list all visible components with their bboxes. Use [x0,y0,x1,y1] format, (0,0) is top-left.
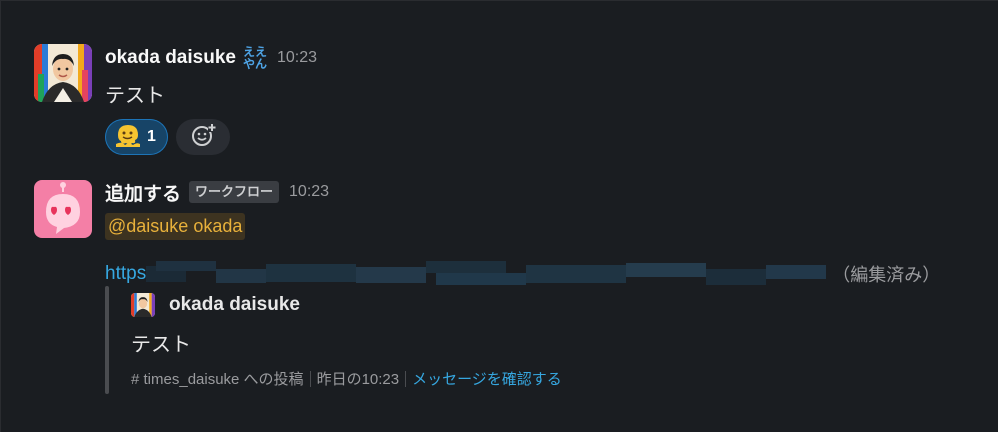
shared-time[interactable]: 昨日の10:23 [317,368,400,389]
message-text: テスト [105,85,165,107]
message-header: okada daisuke ええ やん 10:23 [105,45,317,71]
status-emoji[interactable]: ええ やん [241,46,269,70]
footer-separator [405,370,407,387]
quote-bar [105,286,109,394]
add-reaction-icon [190,122,216,153]
timestamp[interactable]: 10:23 [277,49,317,67]
user-avatar[interactable] [34,44,92,102]
link-line: https （編集済み） [105,261,940,287]
view-message-link[interactable]: メッセージを確認する [412,368,562,389]
shared-message-footer: # times_daisuke への投稿 昨日の10:23 メッセージを確認する [131,368,562,389]
url-link[interactable]: https [105,263,146,285]
status-emoji-line-2: やん [242,57,267,71]
add-reaction-button[interactable] [175,119,230,155]
shared-message-header: okada daisuke [131,291,300,319]
sender-name[interactable]: 追加する [105,179,181,206]
message-header: 追加する ワークフロー 10:23 [105,179,329,205]
reactions-bar: 1 [105,119,317,155]
footer-separator [309,370,311,387]
timestamp[interactable]: 10:23 [289,183,329,201]
edited-label: （編集済み） [832,265,941,285]
melting-face-icon [115,123,141,152]
shared-message[interactable]: okada daisuke テスト # times_daisuke への投稿 昨… [105,286,805,394]
reaction-count: 1 [147,128,156,145]
shared-author-avatar [131,293,155,317]
sender-name[interactable]: okada daisuke [105,47,236,69]
user-mention[interactable]: @daisuke okada [105,213,246,240]
shared-author-name[interactable]: okada daisuke [169,294,300,316]
top-border [0,0,998,1]
workflow-tag: ワークフロー [189,181,280,203]
redacted-url[interactable] [146,261,827,287]
reaction-pill[interactable]: 1 [105,119,168,155]
shared-message-text: テスト [131,334,191,356]
bot-avatar[interactable] [34,180,92,238]
channel-link[interactable]: # times_daisuke への投稿 [131,368,304,389]
left-border [0,0,1,432]
